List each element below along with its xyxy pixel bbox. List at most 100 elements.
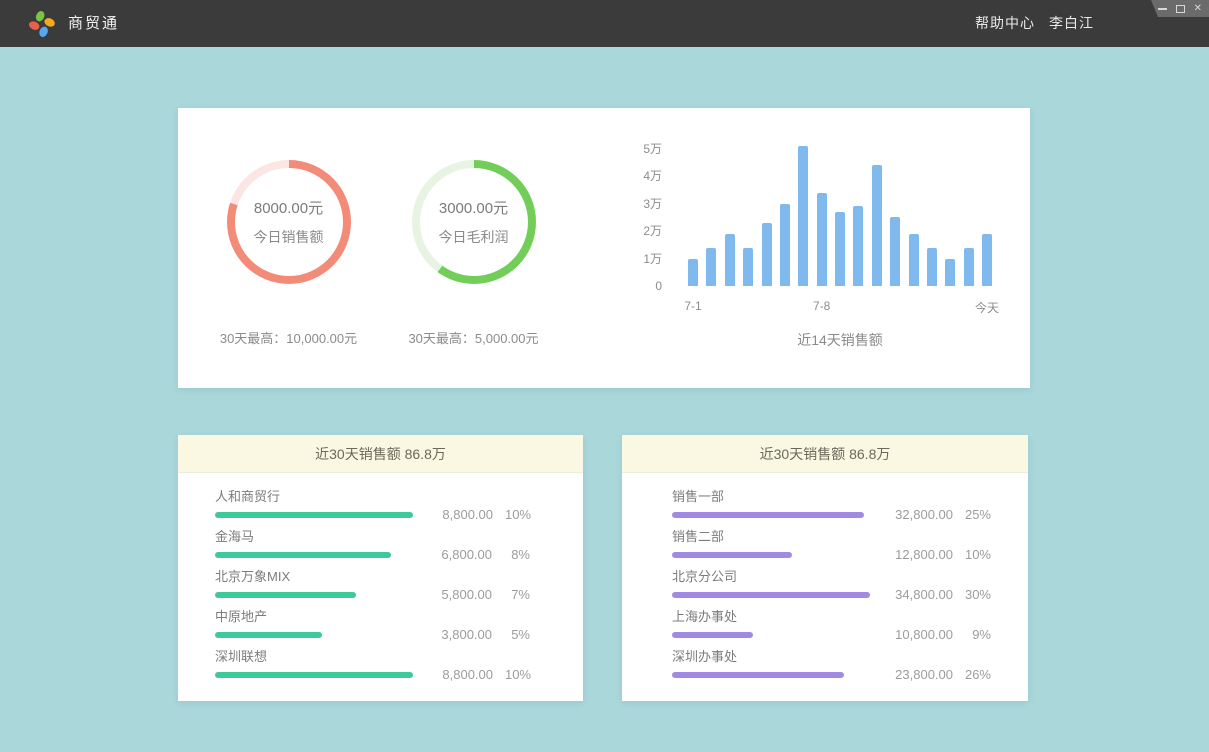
- rank-row: 上海办事处10,800.009%: [672, 608, 991, 638]
- daily-sales-bar: [706, 248, 716, 287]
- rank-row-values: 32,800.0025%: [881, 507, 991, 522]
- today-sales-value: 8000.00元: [254, 197, 323, 218]
- rank-row-bar: [215, 552, 391, 558]
- rank-row: 北京万象MIX5,800.007%: [215, 568, 530, 598]
- daily-sales-bar: [872, 165, 882, 286]
- rank-row-percent: 9%: [953, 627, 991, 642]
- rank-row-name: 深圳联想: [215, 648, 413, 665]
- rank-row-left: 上海办事处: [672, 608, 873, 638]
- bar-series: [688, 145, 992, 286]
- rank-row-bar: [672, 512, 864, 518]
- today-sales-donut-center: 8000.00元 今日销售额: [235, 168, 343, 276]
- rank-row-values: 6,800.008%: [420, 547, 530, 562]
- rank-row-left: 中原地产: [215, 608, 412, 638]
- rank-row: 深圳办事处23,800.0026%: [672, 648, 991, 678]
- rank-row-bar: [215, 512, 413, 518]
- rank-row-percent: 30%: [953, 587, 991, 602]
- rank-row-name: 金海马: [215, 528, 412, 545]
- x-axis-ticks: 7-17-8今天: [688, 299, 992, 315]
- minimize-icon[interactable]: [1158, 8, 1167, 10]
- rank-row-left: 北京分公司: [672, 568, 873, 598]
- daily-sales-chart-title: 近14天销售额: [688, 330, 992, 350]
- daily-sales-chart: 5万4万3万2万1万0 7-17-8今天 近14天销售额: [626, 108, 992, 388]
- customer-rank-list: 人和商贸行8,800.0010%金海马6,800.008%北京万象MIX5,80…: [178, 473, 583, 678]
- today-sales-donut-block: 8000.00元 今日销售额 30天最高：10,000.00元: [196, 108, 381, 388]
- daily-sales-bar: [909, 234, 919, 286]
- maximize-icon[interactable]: [1176, 5, 1185, 13]
- daily-sales-bar: [927, 248, 937, 287]
- rank-row-bar: [672, 672, 844, 678]
- y-axis-tick-label: 1万: [626, 251, 662, 267]
- y-axis-tick-label: 4万: [626, 168, 662, 184]
- rank-row-values: 23,800.0026%: [881, 667, 991, 682]
- rank-row-amount: 34,800.00: [881, 587, 953, 602]
- rank-row: 北京分公司34,800.0030%: [672, 568, 991, 598]
- rank-row-percent: 26%: [953, 667, 991, 682]
- rank-row-amount: 6,800.00: [420, 547, 492, 562]
- daily-sales-bar: [945, 259, 955, 287]
- rank-row-amount: 5,800.00: [420, 587, 492, 602]
- rank-row-values: 8,800.0010%: [421, 667, 531, 682]
- y-axis-tick-label: 5万: [626, 141, 662, 157]
- rank-row-left: 金海马: [215, 528, 412, 558]
- daily-sales-bar: [743, 248, 753, 287]
- app-title: 商贸通: [68, 0, 119, 47]
- today-profit-value: 3000.00元: [439, 197, 508, 218]
- daily-sales-bar: [853, 206, 863, 286]
- rank-row-percent: 10%: [953, 547, 991, 562]
- rank-row: 销售二部12,800.0010%: [672, 528, 991, 558]
- overview-card: 8000.00元 今日销售额 30天最高：10,000.00元 3000.00元…: [178, 108, 1030, 388]
- user-menu[interactable]: 李白江: [1049, 0, 1094, 47]
- rank-row-left: 人和商贸行: [215, 488, 413, 518]
- rank-row: 深圳联想8,800.0010%: [215, 648, 530, 678]
- rank-row-amount: 12,800.00: [881, 547, 953, 562]
- rank-row-left: 北京万象MIX: [215, 568, 412, 598]
- today-sales-30d-max: 30天最高：10,000.00元: [220, 328, 357, 347]
- rank-row: 金海马6,800.008%: [215, 528, 530, 558]
- daily-sales-bar: [688, 259, 698, 287]
- rank-row-percent: 7%: [492, 587, 530, 602]
- rank-row-percent: 5%: [492, 627, 530, 642]
- rank-row-values: 8,800.0010%: [421, 507, 531, 522]
- daily-sales-bar: [725, 234, 735, 286]
- rank-row-bar: [672, 592, 870, 598]
- daily-sales-bar: [817, 193, 827, 287]
- rank-row-name: 上海办事处: [672, 608, 873, 625]
- rank-row-bar: [215, 592, 356, 598]
- y-axis-tick-label: 3万: [626, 196, 662, 212]
- x-axis-tick-label: 7-8: [813, 299, 830, 313]
- rank-row-name: 深圳办事处: [672, 648, 873, 665]
- y-axis-tick-label: 0: [626, 278, 662, 294]
- rank-row-left: 销售一部: [672, 488, 873, 518]
- daily-sales-plot: 5万4万3万2万1万0: [688, 145, 992, 286]
- rank-row: 中原地产3,800.005%: [215, 608, 530, 638]
- rank-row: 人和商贸行8,800.0010%: [215, 488, 530, 518]
- rank-row-values: 12,800.0010%: [881, 547, 991, 562]
- pinwheel-logo-icon: [28, 10, 56, 38]
- x-axis-tick-label: 7-1: [684, 299, 701, 313]
- daily-sales-bar: [964, 248, 974, 287]
- rank-row-amount: 10,800.00: [881, 627, 953, 642]
- rank-row-name: 北京分公司: [672, 568, 873, 585]
- rank-row-amount: 32,800.00: [881, 507, 953, 522]
- today-profit-donut-block: 3000.00元 今日毛利润 30天最高：5,000.00元: [381, 108, 566, 388]
- rank-row-percent: 10%: [493, 667, 531, 682]
- daily-sales-bar: [890, 217, 900, 286]
- today-profit-donut-center: 3000.00元 今日毛利润: [420, 168, 528, 276]
- customer-rank-title: 近30天销售额 86.8万: [178, 435, 583, 473]
- daily-sales-bar: [762, 223, 772, 286]
- rank-row-values: 34,800.0030%: [881, 587, 991, 602]
- department-rank-title: 近30天销售额 86.8万: [622, 435, 1028, 473]
- rank-row-amount: 8,800.00: [421, 507, 493, 522]
- daily-sales-bar: [982, 234, 992, 286]
- help-center-link[interactable]: 帮助中心: [975, 0, 1035, 47]
- rank-row-left: 深圳联想: [215, 648, 413, 678]
- close-icon[interactable]: ✕: [1194, 4, 1202, 14]
- rank-row-name: 销售二部: [672, 528, 873, 545]
- rank-row-percent: 8%: [492, 547, 530, 562]
- rank-row-name: 北京万象MIX: [215, 568, 412, 585]
- rank-row-values: 3,800.005%: [420, 627, 530, 642]
- department-rank-list: 销售一部32,800.0025%销售二部12,800.0010%北京分公司34,…: [622, 473, 1028, 678]
- rank-row-percent: 25%: [953, 507, 991, 522]
- rank-row-bar: [215, 632, 322, 638]
